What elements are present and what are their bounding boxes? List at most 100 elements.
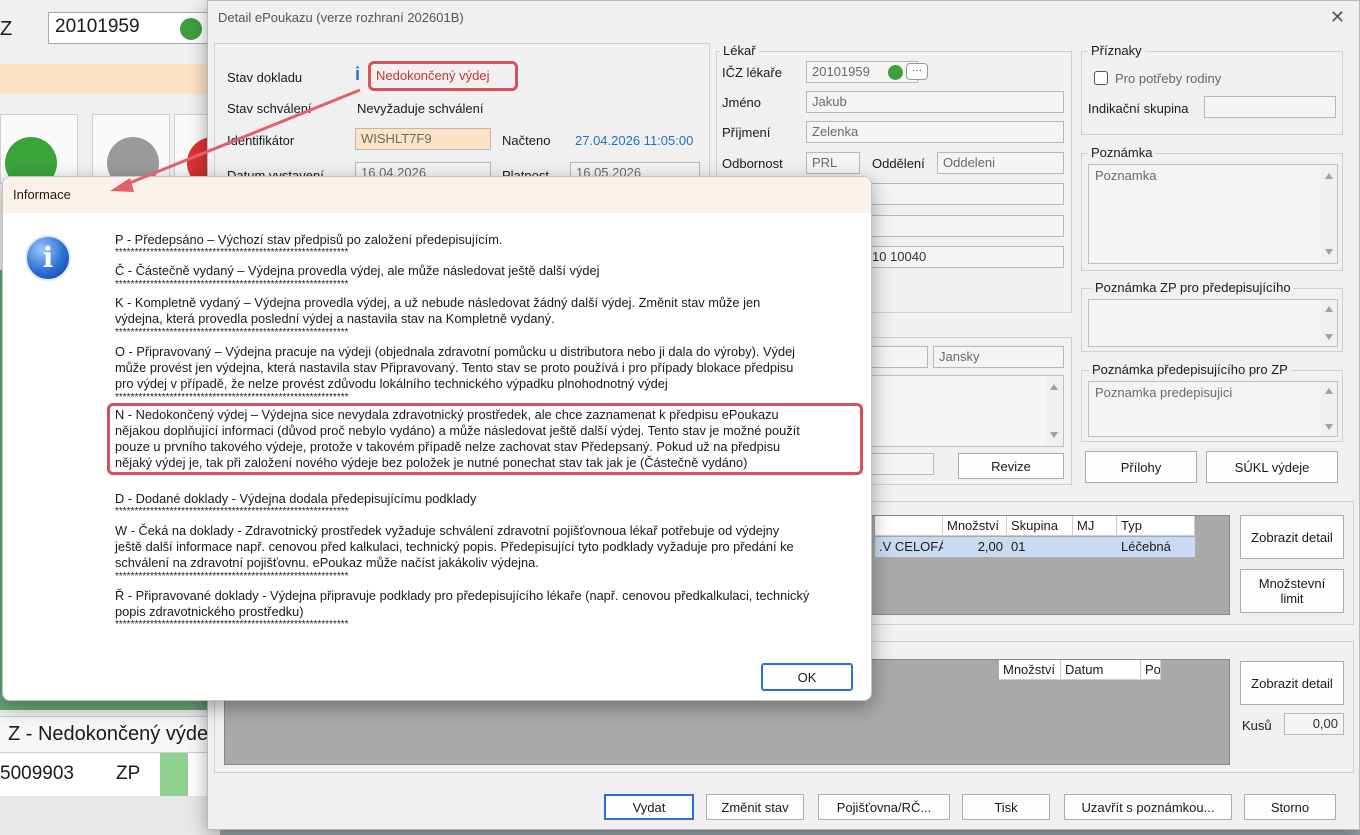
poznamka-predepisujiciho-memo[interactable]: Poznamka predepisujici xyxy=(1088,381,1338,437)
scroll-down-icon[interactable] xyxy=(1325,424,1333,430)
odbornost-label: Odbornost xyxy=(722,156,783,171)
uzavrit-s-poznamkou-button[interactable]: Uzavřít s poznámkou... xyxy=(1064,794,1232,820)
kusu-field[interactable]: 0,00 xyxy=(1284,713,1344,735)
info-separator: ****************************************… xyxy=(115,247,349,258)
odbornost-field[interactable]: PRL xyxy=(806,152,860,174)
row-insurer-cell: ZP xyxy=(116,763,141,784)
informace-title: Informace xyxy=(13,187,71,202)
zobrazit-detail-button[interactable]: Zobrazit detail xyxy=(1240,515,1344,559)
poznamka-predepisujiciho-scrollbar[interactable] xyxy=(1321,382,1337,436)
scroll-up-icon[interactable] xyxy=(1325,306,1333,312)
ok-button[interactable]: OK xyxy=(761,663,853,691)
items-header-skupina[interactable]: Skupina xyxy=(1007,516,1073,536)
info-entry-o: O - Připravovaný – Výdejna pracuje na vý… xyxy=(115,344,796,391)
scroll-up-icon[interactable] xyxy=(1050,384,1058,390)
scroll-up-icon[interactable] xyxy=(1325,388,1333,394)
add-button[interactable] xyxy=(0,114,78,189)
stav-dokladu-label: Stav dokladu xyxy=(227,70,303,85)
background-status-row: Z - Nedokončený výde xyxy=(0,716,220,752)
info-separator: ****************************************… xyxy=(115,392,349,403)
information-icon: i xyxy=(25,235,71,281)
scroll-up-icon[interactable] xyxy=(1325,173,1333,179)
kusu-label: Kusů xyxy=(1242,718,1272,733)
mnozstevni-limit-button[interactable]: Množstevní limit xyxy=(1240,569,1344,613)
zmenit-stav-button[interactable]: Změnit stav xyxy=(706,794,804,820)
pro-potreby-rodiny-label: Pro potřeby rodiny xyxy=(1115,71,1222,86)
pacient-surname-field[interactable]: Jansky xyxy=(933,346,1064,368)
vydeje-header-mnozstvi[interactable]: Množství xyxy=(999,660,1061,680)
vydeje-header-datum[interactable]: Datum xyxy=(1061,660,1141,680)
nacteno-label: Načteno xyxy=(502,133,551,148)
vydeje-header-po[interactable]: Po xyxy=(1141,660,1161,680)
informace-title-bar xyxy=(3,177,871,213)
prijmeni-field[interactable]: Zelenka xyxy=(806,121,1064,143)
revize-button[interactable]: Revize xyxy=(958,453,1064,479)
info-separator: ****************************************… xyxy=(115,619,349,630)
sukl-vydeje-button[interactable]: SÚKL výdeje xyxy=(1206,451,1338,483)
info-icon[interactable]: i xyxy=(355,64,360,85)
stav-dokladu-value: Nedokončený výdej xyxy=(376,68,490,83)
indikacni-skupina-field[interactable] xyxy=(1204,96,1336,118)
scroll-down-icon[interactable] xyxy=(1050,432,1058,438)
items-cell-mnozstvi[interactable]: 2,00 xyxy=(943,537,1007,557)
remove-button[interactable] xyxy=(92,114,170,189)
poznamka-scrollbar[interactable] xyxy=(1321,165,1337,263)
poznamka-zp-scrollbar[interactable] xyxy=(1321,300,1337,346)
scroll-down-icon[interactable] xyxy=(1325,249,1333,255)
check-icon[interactable] xyxy=(180,18,202,40)
poznamka-zp-group-title: Poznámka ZP pro předepisujícího xyxy=(1092,280,1294,295)
more-options-button[interactable]: ··· xyxy=(906,63,928,80)
prijmeni-label: Příjmení xyxy=(722,125,771,140)
background-z-label: Z xyxy=(0,18,13,40)
info-entry-k: K - Kompletně vydaný – Výdejna provedla … xyxy=(115,295,761,326)
lekar-group-title: Lékař xyxy=(720,43,759,58)
check-icon[interactable] xyxy=(888,65,903,80)
stav-schvaleni-label: Stav schválení xyxy=(227,101,312,116)
priznaky-group xyxy=(1081,51,1343,135)
items-cell-mj[interactable] xyxy=(1073,537,1117,557)
info-entry-w: W - Čeká na doklady - Zdravotnický prost… xyxy=(115,523,794,570)
pojistovna-rc-button[interactable]: Pojišťovna/RČ... xyxy=(818,794,950,820)
pro-potreby-rodiny-checkbox[interactable] xyxy=(1094,71,1108,85)
items-cell-skupina[interactable]: 01 xyxy=(1007,537,1073,557)
jmeno-field[interactable]: Jakub xyxy=(806,91,1064,113)
items-header-mnozstvi[interactable]: Množství xyxy=(943,516,1007,536)
informace-dialog: Informace i P - Předepsáno – Výchozí sta… xyxy=(2,176,872,701)
poznamka-group-title: Poznámka xyxy=(1088,145,1156,160)
info-separator: ****************************************… xyxy=(115,327,349,338)
identifikator-label: Identifikátor xyxy=(227,133,295,148)
row-status-swatch xyxy=(160,753,188,797)
row-number-cell: 5009903 xyxy=(0,763,74,784)
nacteno-value: 27.04.2026 11:05:00 xyxy=(575,133,694,148)
tisk-button[interactable]: Tisk xyxy=(962,794,1050,820)
background-table-row[interactable]: 5009903 ZP xyxy=(0,752,220,797)
info-separator: ****************************************… xyxy=(115,506,349,517)
background-status-band xyxy=(0,64,220,94)
items-header-mj[interactable]: MJ xyxy=(1073,516,1117,536)
zobrazit-detail-vydeje-button[interactable]: Zobrazit detail xyxy=(1240,661,1344,705)
indikacni-skupina-label: Indikační skupina xyxy=(1088,101,1189,116)
info-entry-c: Č - Částečně vydaný – Výdejna provedla v… xyxy=(115,263,600,278)
document-info-panel: Stav dokladu i Nedokončený výdej Stav sc… xyxy=(214,43,710,189)
prilohy-button[interactable]: Přílohy xyxy=(1085,451,1197,483)
identifikator-field[interactable]: WISHLT7F9 xyxy=(355,128,491,150)
scroll-down-icon[interactable] xyxy=(1325,334,1333,340)
items-cell-nazev[interactable]: .V CELOFÁI xyxy=(875,537,943,557)
poznamka-zp-memo[interactable] xyxy=(1088,299,1338,347)
storno-button[interactable]: Storno xyxy=(1244,794,1336,820)
vydat-button[interactable]: Vydat xyxy=(604,794,694,820)
items-header-nazev[interactable] xyxy=(875,516,943,536)
stav-schvaleni-value: Nevyžaduje schválení xyxy=(357,101,484,116)
items-cell-typ[interactable]: Léčebná xyxy=(1117,537,1195,557)
oddeleni-field[interactable]: Oddeleni xyxy=(937,152,1064,174)
info-separator: ****************************************… xyxy=(115,279,349,290)
info-entry-n: N - Nedokončený výdej – Výdejna sice nev… xyxy=(115,407,800,470)
poznamka-predepisujiciho-group-title: Poznámka předepisujícího pro ZP xyxy=(1089,362,1291,377)
poznamka-memo[interactable]: Poznamka xyxy=(1088,164,1338,264)
close-icon[interactable]: ✕ xyxy=(1330,7,1345,28)
jmeno-label: Jméno xyxy=(722,95,762,110)
items-header-typ[interactable]: Typ xyxy=(1117,516,1195,536)
priznaky-group-title: Příznaky xyxy=(1088,43,1145,58)
pacient-memo-scrollbar[interactable] xyxy=(1046,376,1062,446)
info-separator: ****************************************… xyxy=(115,571,349,582)
